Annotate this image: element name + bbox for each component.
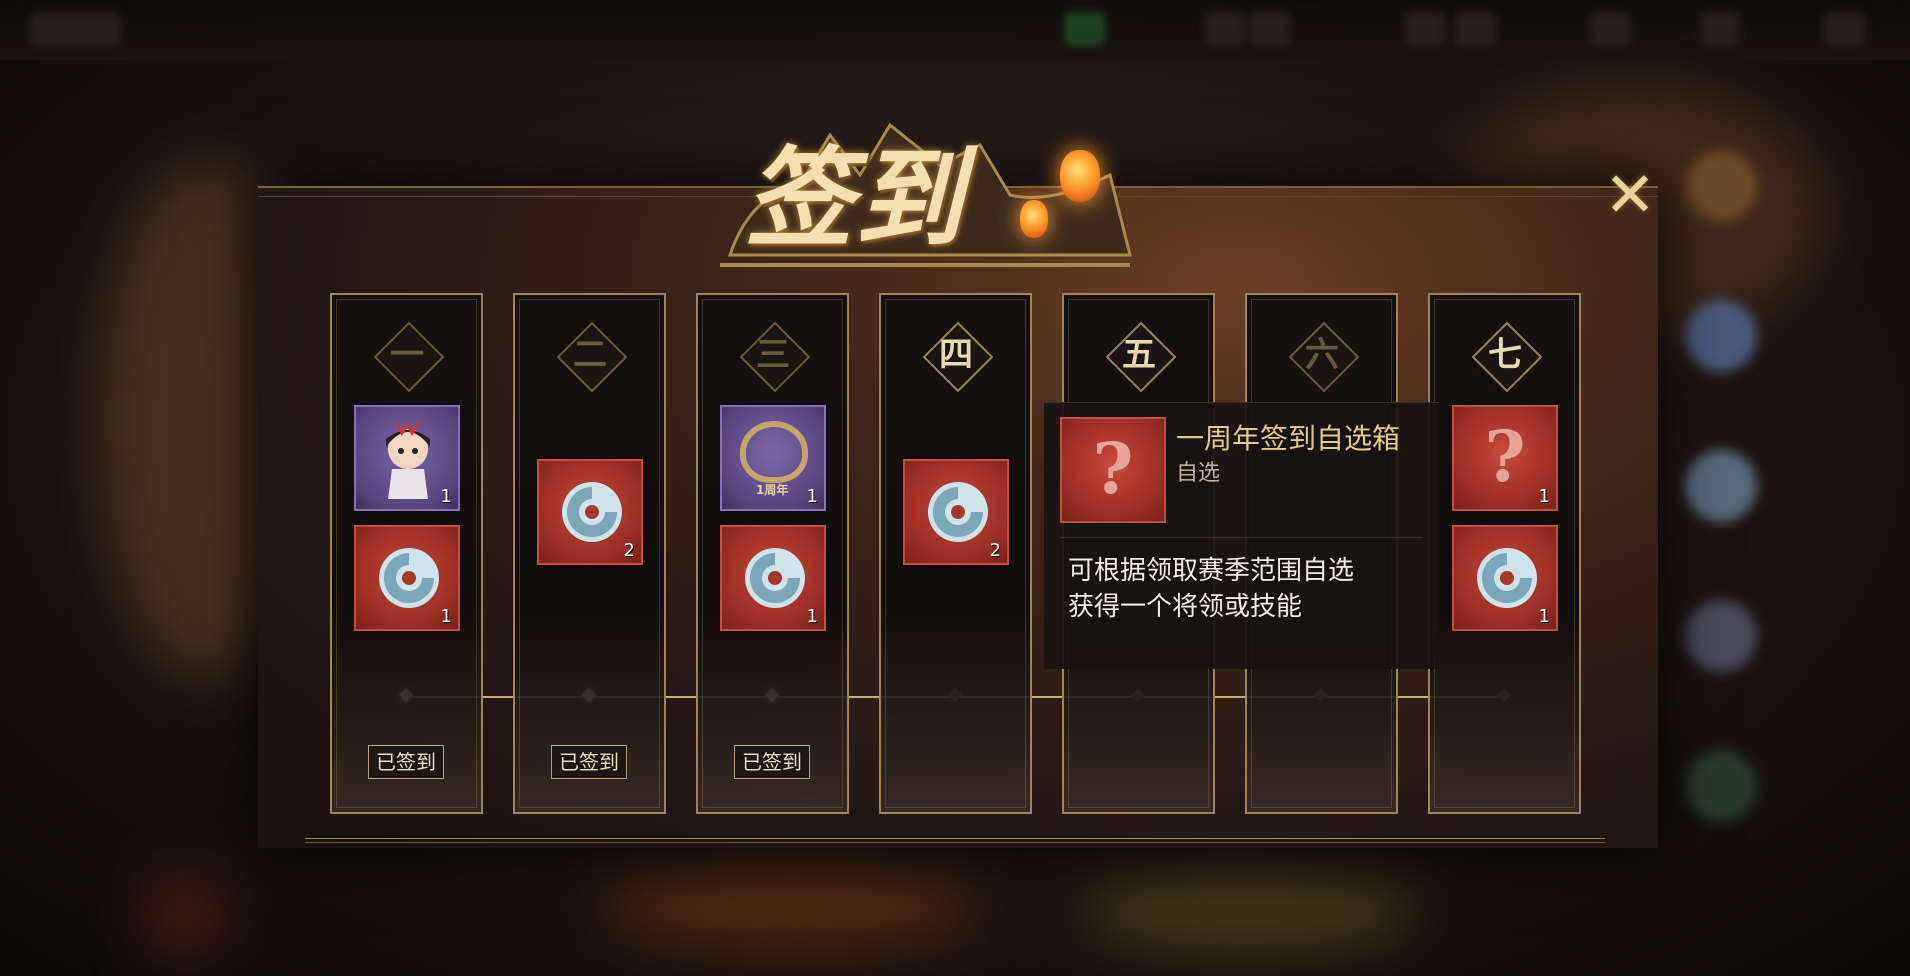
mystery-box-icon: ? [1060, 417, 1166, 523]
reward-count: 1 [806, 606, 818, 627]
side-button[interactable] [1685, 750, 1757, 822]
close-button[interactable]: ✕ [1595, 164, 1665, 226]
day-badge: 一 [372, 320, 445, 393]
day-column[interactable]: 七? 1 1 [1428, 293, 1581, 814]
anniversary-frame-icon [740, 421, 808, 483]
hero-avatar-icon [386, 422, 430, 499]
side-button[interactable] [1685, 600, 1757, 672]
day-column[interactable]: 三 1周年 1 1 [696, 293, 849, 814]
signed-in-badge: 已签到 [734, 745, 810, 779]
day-badge: 二 [555, 320, 628, 393]
day-badge: 三 [738, 320, 811, 393]
day-column[interactable]: 四2 [879, 293, 1032, 814]
signed-in-badge: 已签到 [368, 745, 444, 779]
day-badge: 七 [1470, 320, 1543, 393]
day-label: 三 [756, 335, 790, 375]
day-badge: 六 [1287, 320, 1360, 393]
jade-orb-icon [562, 482, 622, 542]
reward-count: 2 [623, 540, 635, 561]
lantern-icon [1060, 150, 1100, 202]
reward-item-anniversary-frame[interactable]: 1周年 1 [720, 405, 826, 511]
page-title: 签到 [745, 136, 966, 262]
top-bar [0, 0, 1910, 60]
jade-orb-icon [379, 548, 439, 608]
reward-count: 1 [806, 486, 818, 507]
jade-orb-icon [745, 548, 805, 608]
tooltip-description-line: 获得一个将领或技能 [1068, 592, 1303, 622]
tooltip-subtitle: 自选 [1176, 461, 1221, 486]
reward-tooltip: ? 一周年签到自选箱 自选 可根据领取赛季范围自选 获得一个将领或技能 [1044, 402, 1439, 669]
reward-count: 1 [1538, 606, 1550, 627]
tooltip-title: 一周年签到自选箱 [1176, 422, 1401, 455]
jade-orb-icon [1477, 548, 1537, 608]
side-button[interactable] [1685, 150, 1757, 222]
tooltip-description-line: 可根据领取赛季范围自选 [1068, 556, 1355, 586]
day-label: 六 [1305, 335, 1339, 375]
day-label: 一 [390, 335, 424, 375]
reward-item-jade-orb[interactable]: 1 [720, 525, 826, 631]
day-label: 二 [573, 335, 607, 375]
side-button[interactable] [1685, 300, 1757, 372]
reward-item-jade-orb[interactable]: 2 [903, 459, 1009, 565]
jade-orb-icon [928, 482, 988, 542]
day-label: 七 [1488, 335, 1522, 375]
day-label: 五 [1122, 335, 1156, 375]
frame-caption: 1周年 [756, 483, 789, 497]
reward-item-jade-orb[interactable]: 1 [354, 525, 460, 631]
dialog-divider [305, 838, 1605, 843]
day-badge: 四 [921, 320, 994, 393]
reward-count: 2 [989, 540, 1001, 561]
day-column[interactable]: 二2 [513, 293, 666, 814]
signed-in-badge: 已签到 [551, 745, 627, 779]
side-button[interactable] [1685, 450, 1757, 522]
day-badge: 五 [1104, 320, 1177, 393]
reward-item-jade-orb[interactable]: 2 [537, 459, 643, 565]
day-label: 四 [939, 335, 973, 375]
reward-item-jade-orb[interactable]: 1 [1452, 525, 1558, 631]
reward-count: 1 [440, 486, 452, 507]
mystery-box-icon: ? [1484, 415, 1526, 498]
reward-item-mystery-box[interactable]: ? 1 [1452, 405, 1558, 511]
tooltip-divider [1060, 537, 1423, 538]
reward-item-hero-avatar[interactable]: 1 [354, 405, 460, 511]
reward-count: 1 [440, 606, 452, 627]
lantern-icon [1020, 200, 1048, 238]
reward-count: 1 [1538, 486, 1550, 507]
day-column[interactable]: 一 1 1 [330, 293, 483, 814]
tooltip-description: 可根据领取赛季范围自选 获得一个将领或技能 [1068, 553, 1428, 625]
